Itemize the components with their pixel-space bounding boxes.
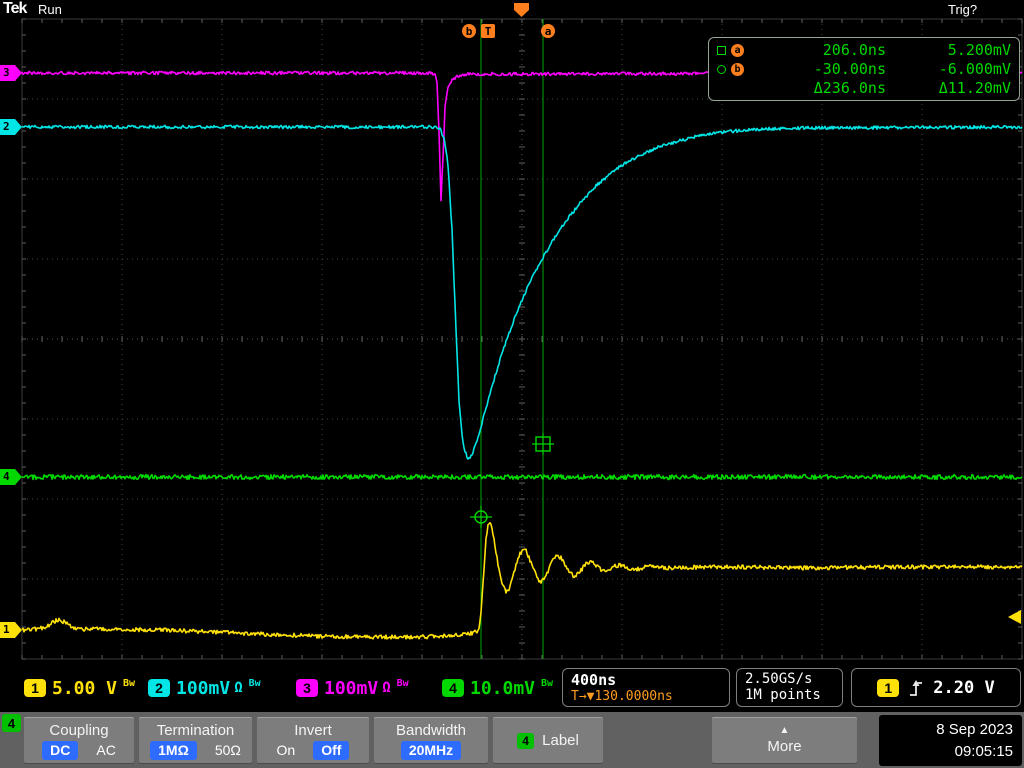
cursor-b-flag[interactable]: b <box>462 24 476 38</box>
invert-button[interactable]: Invert On Off <box>257 717 369 764</box>
invert-on-option[interactable]: On <box>277 742 296 758</box>
record-length: 1M points <box>745 687 821 703</box>
ch4-trace <box>21 473 1023 481</box>
invert-off-option[interactable]: Off <box>313 740 350 760</box>
ch1-readout[interactable]: 1 5.00 V Bw <box>24 666 135 710</box>
termination-title: Termination <box>156 721 235 739</box>
menu-bar: 4 Coupling DC AC Termination 1MΩ 50Ω Inv… <box>0 712 1024 768</box>
bandwidth-title: Bandwidth <box>395 721 467 739</box>
ch2-impedance: Ω <box>234 680 243 696</box>
more-button[interactable]: ▲ More <box>712 717 857 764</box>
ch4-readout[interactable]: 4 10.0mV Bw <box>442 666 553 710</box>
invert-title: Invert <box>294 721 332 739</box>
ch4-bandwidth-icon: Bw <box>541 677 554 689</box>
termination-1m-option[interactable]: 1MΩ <box>150 740 197 760</box>
coupling-title: Coupling <box>49 721 109 739</box>
termination-button[interactable]: Termination 1MΩ 50Ω <box>139 717 252 764</box>
ch1-scale: 5.00 V <box>52 677 118 699</box>
label-button[interactable]: 4 Label <box>493 717 603 764</box>
ch2-bandwidth-icon: Bw <box>248 677 261 689</box>
up-arrow-icon: ▲ <box>779 725 790 736</box>
datetime-display: 8 Sep 2023 09:05:15 <box>879 715 1022 766</box>
ch2-readout[interactable]: 2 100mV Ω Bw <box>148 666 261 710</box>
bandwidth-20mhz-option[interactable]: 20MHz <box>400 740 462 760</box>
trigger-level: 2.20 V <box>933 677 995 698</box>
cursor-a-cross-icon <box>532 433 554 455</box>
coupling-button[interactable]: Coupling DC AC <box>24 717 134 764</box>
sample-rate: 2.50GS/s <box>745 671 813 687</box>
trigger-status: Trig? <box>948 2 978 17</box>
cursor-a-volt: 5.200mV <box>947 41 1011 59</box>
ch3-bandwidth-icon: Bw <box>396 677 409 689</box>
cursor-delta-volt: Δ11.20mV <box>938 79 1011 97</box>
trigger-t-flag[interactable]: T <box>481 24 495 38</box>
ch3-badge[interactable]: 3 <box>296 679 318 697</box>
acquisition-status: Run <box>38 2 62 17</box>
trigger-readout[interactable]: 1 2.20 V <box>851 668 1021 707</box>
time-text: 09:05:15 <box>954 742 1013 760</box>
menu-channel-badge: 4 <box>2 714 21 732</box>
cursor-delta-time: Δ236.0ns <box>813 79 886 97</box>
coupling-ac-option[interactable]: AC <box>96 742 115 758</box>
horizontal-scale: 400ns <box>571 671 617 689</box>
ch3-scale: 100mV <box>324 677 379 699</box>
ch2-trace <box>21 124 1023 460</box>
acquisition-readout[interactable]: 2.50GS/s 1M points <box>736 668 843 707</box>
ch1-trace <box>21 521 1023 640</box>
trigger-source-badge: 1 <box>877 678 900 697</box>
cursor-a-row: a 206.0ns 5.200mV <box>717 41 1011 59</box>
ch2-badge[interactable]: 2 <box>148 679 170 697</box>
cursor-readout-panel: a 206.0ns 5.200mV b -30.00ns -6.000mV Δ2… <box>708 37 1020 101</box>
horizontal-readout[interactable]: 400ns T→▼130.0000ns <box>562 668 730 707</box>
label-channel-badge: 4 <box>517 732 535 749</box>
ch3-readout[interactable]: 3 100mV Ω Bw <box>296 666 409 710</box>
ch1-bandwidth-icon: Bw <box>123 677 136 689</box>
coupling-dc-option[interactable]: DC <box>42 740 79 760</box>
bandwidth-button[interactable]: Bandwidth 20MHz <box>374 717 488 764</box>
status-bar: 1 5.00 V Bw 2 100mV Ω Bw 3 100mV Ω Bw 4 … <box>0 666 1024 710</box>
label-title: Label <box>542 732 579 749</box>
cursor-b-volt: -6.000mV <box>938 60 1011 78</box>
oscilloscope-screen: Tek Run Trig? b T a 3 2 4 1 a 206.0ns 5.… <box>0 0 1024 768</box>
termination-50-option[interactable]: 50Ω <box>215 742 241 758</box>
cursor-b-circle-icon <box>717 64 726 74</box>
cursor-a-square-icon <box>717 45 726 55</box>
trigger-level-marker[interactable] <box>1008 610 1021 624</box>
more-title: More <box>767 738 802 755</box>
ch3-impedance: Ω <box>382 680 391 696</box>
cursor-a-time: 206.0ns <box>822 41 886 59</box>
trigger-delay-readout: T→▼130.0000ns <box>571 689 673 704</box>
ch4-badge[interactable]: 4 <box>442 679 464 697</box>
rising-edge-icon <box>910 679 923 696</box>
cursor-b-row: b -30.00ns -6.000mV <box>717 60 1011 78</box>
cursor-b-time: -30.00ns <box>813 60 886 78</box>
top-bar: Tek Run Trig? <box>0 0 1024 18</box>
date-text: 8 Sep 2023 <box>936 720 1013 738</box>
tek-logo: Tek <box>3 0 27 17</box>
waveform-display <box>21 3 1023 660</box>
ch1-badge[interactable]: 1 <box>24 679 46 697</box>
cursor-delta-row: Δ236.0ns Δ11.20mV <box>717 79 1011 97</box>
cursor-a-flag[interactable]: a <box>541 24 555 38</box>
cursor-a-badge: a <box>731 43 744 57</box>
ch2-scale: 100mV <box>176 677 231 699</box>
cursor-b-badge: b <box>731 62 744 76</box>
ch4-scale: 10.0mV <box>470 677 536 699</box>
